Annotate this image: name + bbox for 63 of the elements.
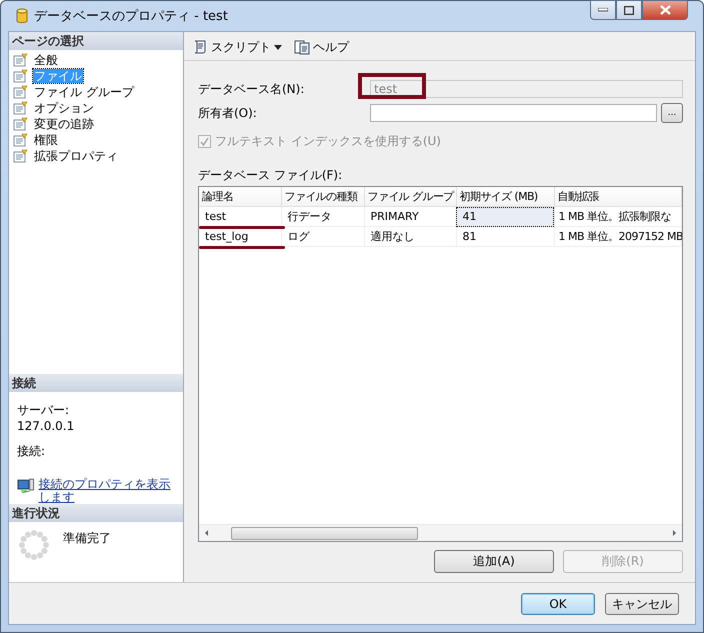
scroll-left-icon[interactable]	[203, 529, 211, 537]
close-icon	[660, 5, 670, 15]
page-list-item[interactable]: ファイル グループ	[33, 85, 135, 99]
page-list-item[interactable]: 権限	[33, 133, 59, 147]
section-header: 接続	[9, 374, 183, 392]
script-icon	[192, 39, 208, 55]
connection-label: 接続:	[17, 443, 46, 460]
server-label: サーバー:	[17, 402, 70, 419]
table-cell: 81	[456, 226, 554, 246]
table-cell: 41	[456, 206, 554, 226]
database-icon	[16, 8, 28, 24]
connection-properties-link[interactable]: 接続のプロパティを表示します	[38, 478, 175, 504]
page-list-item[interactable]: 変更の追跡	[33, 117, 95, 131]
page-icon	[13, 117, 29, 131]
database-name-label: データベース名(N):	[198, 80, 306, 98]
add-button[interactable]: 追加(A)	[434, 550, 554, 573]
computer-icon	[17, 478, 35, 494]
page-icon	[13, 69, 29, 83]
column-header[interactable]: ファイル グループ	[364, 187, 456, 206]
server-value: 127.0.0.1	[17, 419, 76, 433]
owner-label: 所有者(O):	[198, 104, 258, 122]
scroll-right-icon[interactable]	[670, 529, 678, 537]
section-header: 進行状況	[9, 504, 183, 522]
close-button[interactable]	[642, 0, 688, 20]
column-header[interactable]: 自動拡張	[554, 187, 682, 206]
page-list-item[interactable]: オプション	[33, 101, 95, 115]
files-label: データベース ファイル(F):	[198, 167, 344, 184]
maximize-icon	[624, 6, 634, 14]
table-cell: PRIMARY	[364, 206, 456, 226]
status-text: 準備完了	[63, 530, 111, 547]
maximize-button[interactable]	[616, 0, 642, 20]
section-header: ページの選択	[9, 32, 183, 50]
column-header[interactable]: ファイルの種類	[281, 187, 364, 206]
owner-field[interactable]	[370, 104, 657, 122]
table-cell: test_log	[199, 226, 281, 246]
spinner-icon	[19, 530, 49, 560]
page-icon	[13, 85, 29, 99]
horizontal-scrollbar[interactable]	[199, 524, 682, 541]
page-list-item[interactable]: 拡張プロパティ	[33, 149, 119, 163]
table-cell: 行データ	[281, 206, 364, 226]
page-icon	[13, 149, 29, 163]
toolbar-button[interactable]: ヘルプ	[313, 38, 349, 56]
caret-icon[interactable]	[274, 44, 282, 50]
browse-button[interactable]: ...	[661, 103, 683, 123]
page-icon	[13, 53, 29, 67]
column-header[interactable]: 初期サイズ (MB)	[456, 187, 554, 206]
table-cell: ログ	[281, 226, 364, 246]
column-header[interactable]: 論理名	[199, 187, 281, 206]
checkbox-label: フルテキスト インデックスを使用する(U)	[215, 132, 441, 150]
table-cell: 1 MB 単位。2097152 MB	[554, 226, 682, 246]
window-title: データベースのプロパティ - test	[34, 8, 228, 25]
toolbar-button[interactable]: スクリプト	[211, 38, 271, 56]
help-icon	[294, 39, 310, 55]
minimize-button[interactable]	[590, 0, 616, 20]
table-cell: test	[199, 206, 281, 226]
page-icon	[13, 133, 29, 147]
table-cell: 適用なし	[364, 226, 456, 246]
table-cell: 1 MB 単位。拡張制限な	[554, 206, 682, 226]
cancel-button[interactable]: キャンセル	[605, 593, 679, 615]
page-icon	[13, 101, 29, 115]
minimize-icon	[598, 8, 608, 12]
page-list-item[interactable]: 全般	[33, 53, 59, 67]
ok-button[interactable]: OK	[521, 593, 595, 615]
